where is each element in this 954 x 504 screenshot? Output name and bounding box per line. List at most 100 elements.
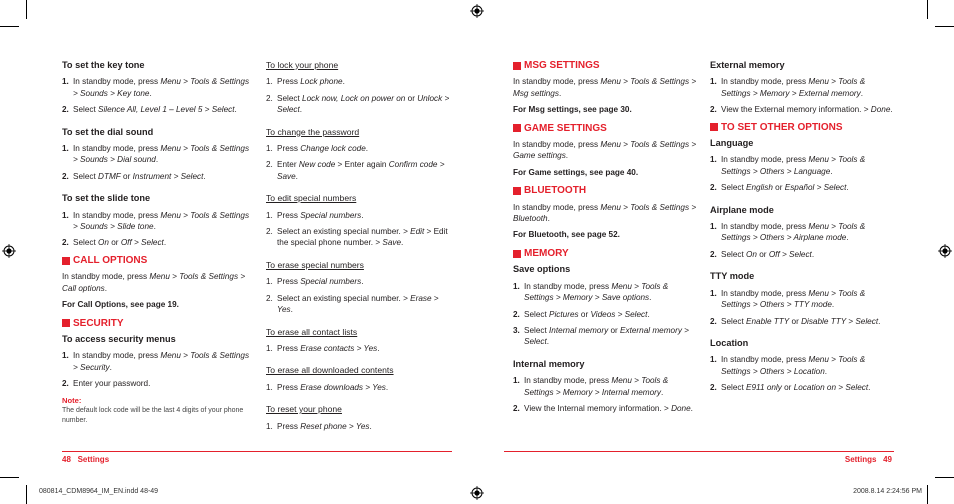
step: 1. In standby mode, press Menu > Tools & … xyxy=(513,281,669,303)
footer-left: 48 Settings xyxy=(62,455,109,464)
heading-access-security: To access security menus xyxy=(62,333,176,344)
step: 1. Press Change lock code. xyxy=(266,144,369,154)
crop-mark xyxy=(927,0,928,19)
footer-section-label: Settings xyxy=(844,455,877,464)
step: 2. Select Lock now, Lock on power on or U… xyxy=(266,93,450,115)
footer-right: Settings 49 xyxy=(845,455,892,464)
section-bullet-icon xyxy=(513,61,521,70)
heading-save-options: Save options xyxy=(513,264,571,275)
step: 1. In standby mode, press Menu > Tools & … xyxy=(62,351,250,372)
crop-mark xyxy=(26,0,27,19)
crop-mark xyxy=(935,477,954,478)
registration-mark-icon xyxy=(938,244,952,258)
right-page-column-1: MSG SETTINGS In standby mode, press Menu… xyxy=(513,60,699,419)
heading-dial-sound: To set the dial sound xyxy=(62,126,154,137)
step: 1. In standby mode, press Menu > Tools & … xyxy=(710,155,866,176)
step: 2. Select DTMF or Instrument > Select. xyxy=(62,171,206,181)
heading-tty-mode: TTY mode xyxy=(710,271,755,282)
note-label: Note: xyxy=(62,395,82,405)
section-heading-memory: MEMORY xyxy=(513,248,699,259)
step: 2. Select On or Off > Select. xyxy=(710,249,815,259)
step: 2. Select On or Off > Select. xyxy=(62,238,167,248)
crop-mark xyxy=(935,26,954,27)
heading-language: Language xyxy=(710,138,754,149)
crop-mark xyxy=(26,485,27,504)
step: 2. Enter New code > Enter again Confirm c… xyxy=(266,160,445,181)
heading-reset-phone: To reset your phone xyxy=(266,404,342,415)
step: 2. View the Internal memory information. … xyxy=(513,403,693,413)
step: 1. Press Special numbers. xyxy=(266,210,364,220)
slug-filename: 080814_CDM8964_IM_EN.indd 48-49 xyxy=(39,488,159,495)
page-reference: For Game settings, see page 40. xyxy=(513,167,639,177)
note-text: The default lock code will be the last 4… xyxy=(62,406,244,425)
page-number: 49 xyxy=(883,455,892,464)
registration-mark-icon xyxy=(470,4,484,18)
page-reference: For Bluetooth, see page 52. xyxy=(513,230,620,240)
step: 2. Select an existing special number. > E… xyxy=(266,227,448,248)
step: 3. Select Internal memory or External mem… xyxy=(513,325,689,347)
heading-edit-special-numbers: To edit special numbers xyxy=(266,193,357,204)
paragraph: In standby mode, press Menu > Tools & Se… xyxy=(513,140,697,161)
heading-airplane-mode: Airplane mode xyxy=(710,204,774,215)
section-heading-game-settings: GAME SETTINGS xyxy=(513,123,699,134)
step: 1. In standby mode, press Menu > Tools & … xyxy=(62,210,250,232)
registration-mark-icon xyxy=(2,244,16,258)
step: 1. Press Erase downloads > Yes. xyxy=(266,382,389,392)
heading-erase-downloads: To erase all downloaded contents xyxy=(266,365,394,376)
page-number: 48 xyxy=(62,455,71,464)
footer-rule-right xyxy=(504,451,894,452)
crop-mark xyxy=(0,477,19,478)
step: 1. In standby mode, press Menu > Tools & … xyxy=(62,77,250,98)
heading-change-password: To change the password xyxy=(266,126,360,137)
paragraph: In standby mode, press Menu > Tools & Se… xyxy=(62,272,246,293)
heading-lock-phone: To lock your phone xyxy=(266,60,339,70)
section-bullet-icon xyxy=(513,124,521,133)
section-bullet-icon xyxy=(62,256,70,265)
section-heading-bluetooth: BLUETOOTH xyxy=(513,185,699,196)
heading-erase-contacts: To erase all contact lists xyxy=(266,326,358,337)
section-heading-other-options: TO SET OTHER OPTIONS xyxy=(710,122,896,133)
step: 2. Enter your password. xyxy=(62,379,151,389)
step: 1. In standby mode, press Menu > Tools & … xyxy=(710,355,866,376)
heading-internal-memory: Internal memory xyxy=(513,358,585,369)
step: 1. Press Lock phone. xyxy=(266,77,345,87)
heading-key-tone: To set the key tone xyxy=(62,60,145,70)
heading-erase-special-numbers: To erase special numbers xyxy=(266,259,364,270)
step: 1. In standby mode, press Menu > Tools & … xyxy=(710,288,866,310)
step: 1. In standby mode, press Menu > Tools & … xyxy=(710,222,866,243)
step: 2. Select Enable TTY or Disable TTY > Sel… xyxy=(710,316,881,326)
footer-rule-left xyxy=(62,451,452,452)
step: 2. Select an existing special number. > E… xyxy=(266,293,439,315)
right-page-column-2: External memory 1. In standby mode, press… xyxy=(710,60,896,399)
section-bullet-icon xyxy=(62,319,70,328)
heading-external-memory: External memory xyxy=(710,60,785,70)
step: 2. Select E911 only or Location on > Sele… xyxy=(710,383,871,393)
heading-location: Location xyxy=(710,337,749,348)
left-page-column-1: To set the key tone 1. In standby mode, p… xyxy=(62,60,250,426)
crop-mark xyxy=(0,26,19,27)
section-bullet-icon xyxy=(513,249,521,258)
step: 2. View the External memory information. … xyxy=(710,105,893,115)
heading-slide-tone: To set the slide tone xyxy=(62,193,151,204)
section-heading-security: SECURITY xyxy=(62,318,250,329)
left-page-column-2: To lock your phone 1. Press Lock phone. 2… xyxy=(266,60,452,437)
step: 1. Press Erase contacts > Yes. xyxy=(266,343,380,353)
footer-section-label: Settings xyxy=(77,455,110,464)
step: 1. In standby mode, press Menu > Tools & … xyxy=(62,144,250,165)
registration-mark-icon xyxy=(470,486,484,500)
step: 2. Select Silence All, Level 1 – Level 5 … xyxy=(62,105,237,115)
step: 1. Press Reset phone > Yes. xyxy=(266,421,372,431)
page-reference: For Call Options, see page 19. xyxy=(62,300,179,310)
page-reference: For Msg settings, see page 30. xyxy=(513,105,632,115)
section-heading-call-options: CALL OPTIONS xyxy=(62,255,250,266)
step: 1. Press Special numbers. xyxy=(266,277,364,287)
step: 2. Select Pictures or Videos > Select. xyxy=(513,309,650,319)
crop-mark xyxy=(927,485,928,504)
paragraph: In standby mode, press Menu > Tools & Se… xyxy=(513,77,697,98)
slug-timestamp: 2008.8.14 2:24:56 PM xyxy=(853,488,922,495)
step: 1. In standby mode, press Menu > Tools & … xyxy=(710,77,866,98)
section-bullet-icon xyxy=(710,123,718,132)
step: 2. Select English or Español > Select. xyxy=(710,183,849,193)
section-heading-msg-settings: MSG SETTINGS xyxy=(513,60,699,71)
section-bullet-icon xyxy=(513,186,521,195)
